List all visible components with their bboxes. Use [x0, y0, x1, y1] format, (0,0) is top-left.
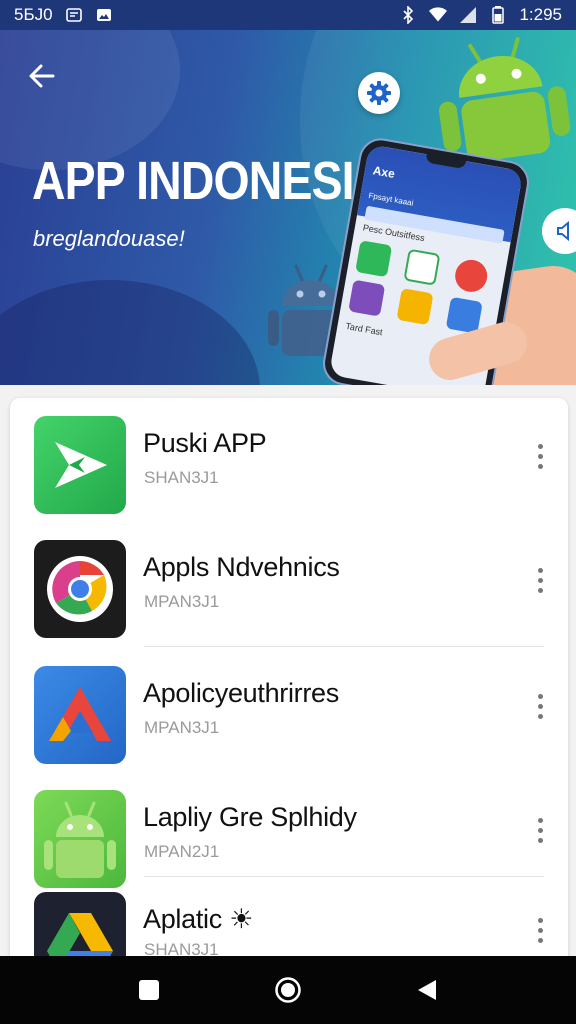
- android-app-icon: [34, 790, 126, 888]
- recents-button[interactable]: [129, 970, 169, 1010]
- list-item[interactable]: Appls Ndvehnics MPAN3J1: [10, 522, 568, 646]
- green-arrow-app-icon: [34, 416, 126, 514]
- more-options-button[interactable]: [528, 910, 552, 950]
- navigation-bar: [0, 956, 576, 1024]
- list-item[interactable]: Puski APP SHAN3J1: [10, 398, 568, 522]
- status-right: 1:295: [399, 5, 562, 25]
- more-options-button[interactable]: [528, 686, 552, 726]
- phone-app-tile: [452, 257, 490, 295]
- settings-gear-icon: [367, 81, 391, 105]
- android-robot-icon: [438, 37, 571, 162]
- divider: [144, 876, 544, 877]
- hero-decoration: [0, 30, 180, 170]
- status-time: 1:295: [519, 5, 562, 24]
- status-bar: 5БJ0 1:295: [0, 0, 576, 30]
- share-icon: [557, 220, 569, 242]
- recents-square-icon: [139, 980, 160, 1000]
- settings-button[interactable]: [358, 72, 400, 114]
- phone-app-tile: [445, 296, 483, 334]
- back-triangle-icon: [417, 980, 436, 1000]
- hero-title: APP INDONESIA: [32, 151, 387, 211]
- app-subtitle: MPAN3J1: [144, 718, 220, 737]
- more-options-button[interactable]: [528, 810, 552, 850]
- phone-app-tile: [355, 240, 393, 278]
- app-name: Puski APP: [143, 428, 267, 458]
- phone-app-tile: [348, 279, 386, 317]
- chrome-like-app-icon: [34, 540, 126, 638]
- app-list: Puski APP SHAN3J1 Appls Ndvehnics MPAN3J…: [10, 398, 568, 978]
- status-left: 5БJ0: [14, 5, 113, 25]
- back-arrow-icon: [29, 64, 55, 88]
- divider: [144, 646, 544, 647]
- wifi-icon: [429, 6, 448, 24]
- back-button[interactable]: [22, 56, 62, 96]
- phone-app-tile: [403, 248, 441, 286]
- app-name: Apolicyeuthrirres: [143, 678, 339, 708]
- back-nav-button[interactable]: [407, 970, 447, 1010]
- app-name: Appls Ndvehnics: [143, 552, 340, 582]
- phone-app-tile: [396, 288, 434, 326]
- phone-screen-app-grid: [348, 240, 498, 335]
- hero-banner: APP INDONESIA breglandouase! Axe Fpsayt …: [0, 30, 576, 385]
- signal-icon: [459, 6, 477, 24]
- app-name: Aplatic ☀: [143, 904, 254, 934]
- message-icon: [65, 6, 83, 24]
- bluetooth-icon: [399, 6, 417, 24]
- status-left-text: 5БJ0: [14, 5, 53, 24]
- hero-subtitle: breglandouase!: [33, 226, 185, 251]
- list-item[interactable]: Apolicyeuthrirres MPAN3J1: [10, 648, 568, 772]
- home-circle-icon: [275, 977, 301, 1003]
- more-options-button[interactable]: [528, 560, 552, 600]
- home-button[interactable]: [268, 970, 308, 1010]
- hero-decoration: [0, 280, 260, 385]
- app-subtitle: MPAN2J1: [144, 842, 220, 861]
- red-triangle-app-icon: [34, 666, 126, 764]
- battery-icon: [489, 6, 507, 24]
- more-options-button[interactable]: [528, 436, 552, 476]
- app-subtitle: MPAN3J1: [144, 592, 220, 611]
- image-icon: [95, 6, 113, 24]
- app-name: Lapliy Gre Splhidy: [143, 802, 357, 832]
- app-subtitle: SHAN3J1: [144, 468, 219, 487]
